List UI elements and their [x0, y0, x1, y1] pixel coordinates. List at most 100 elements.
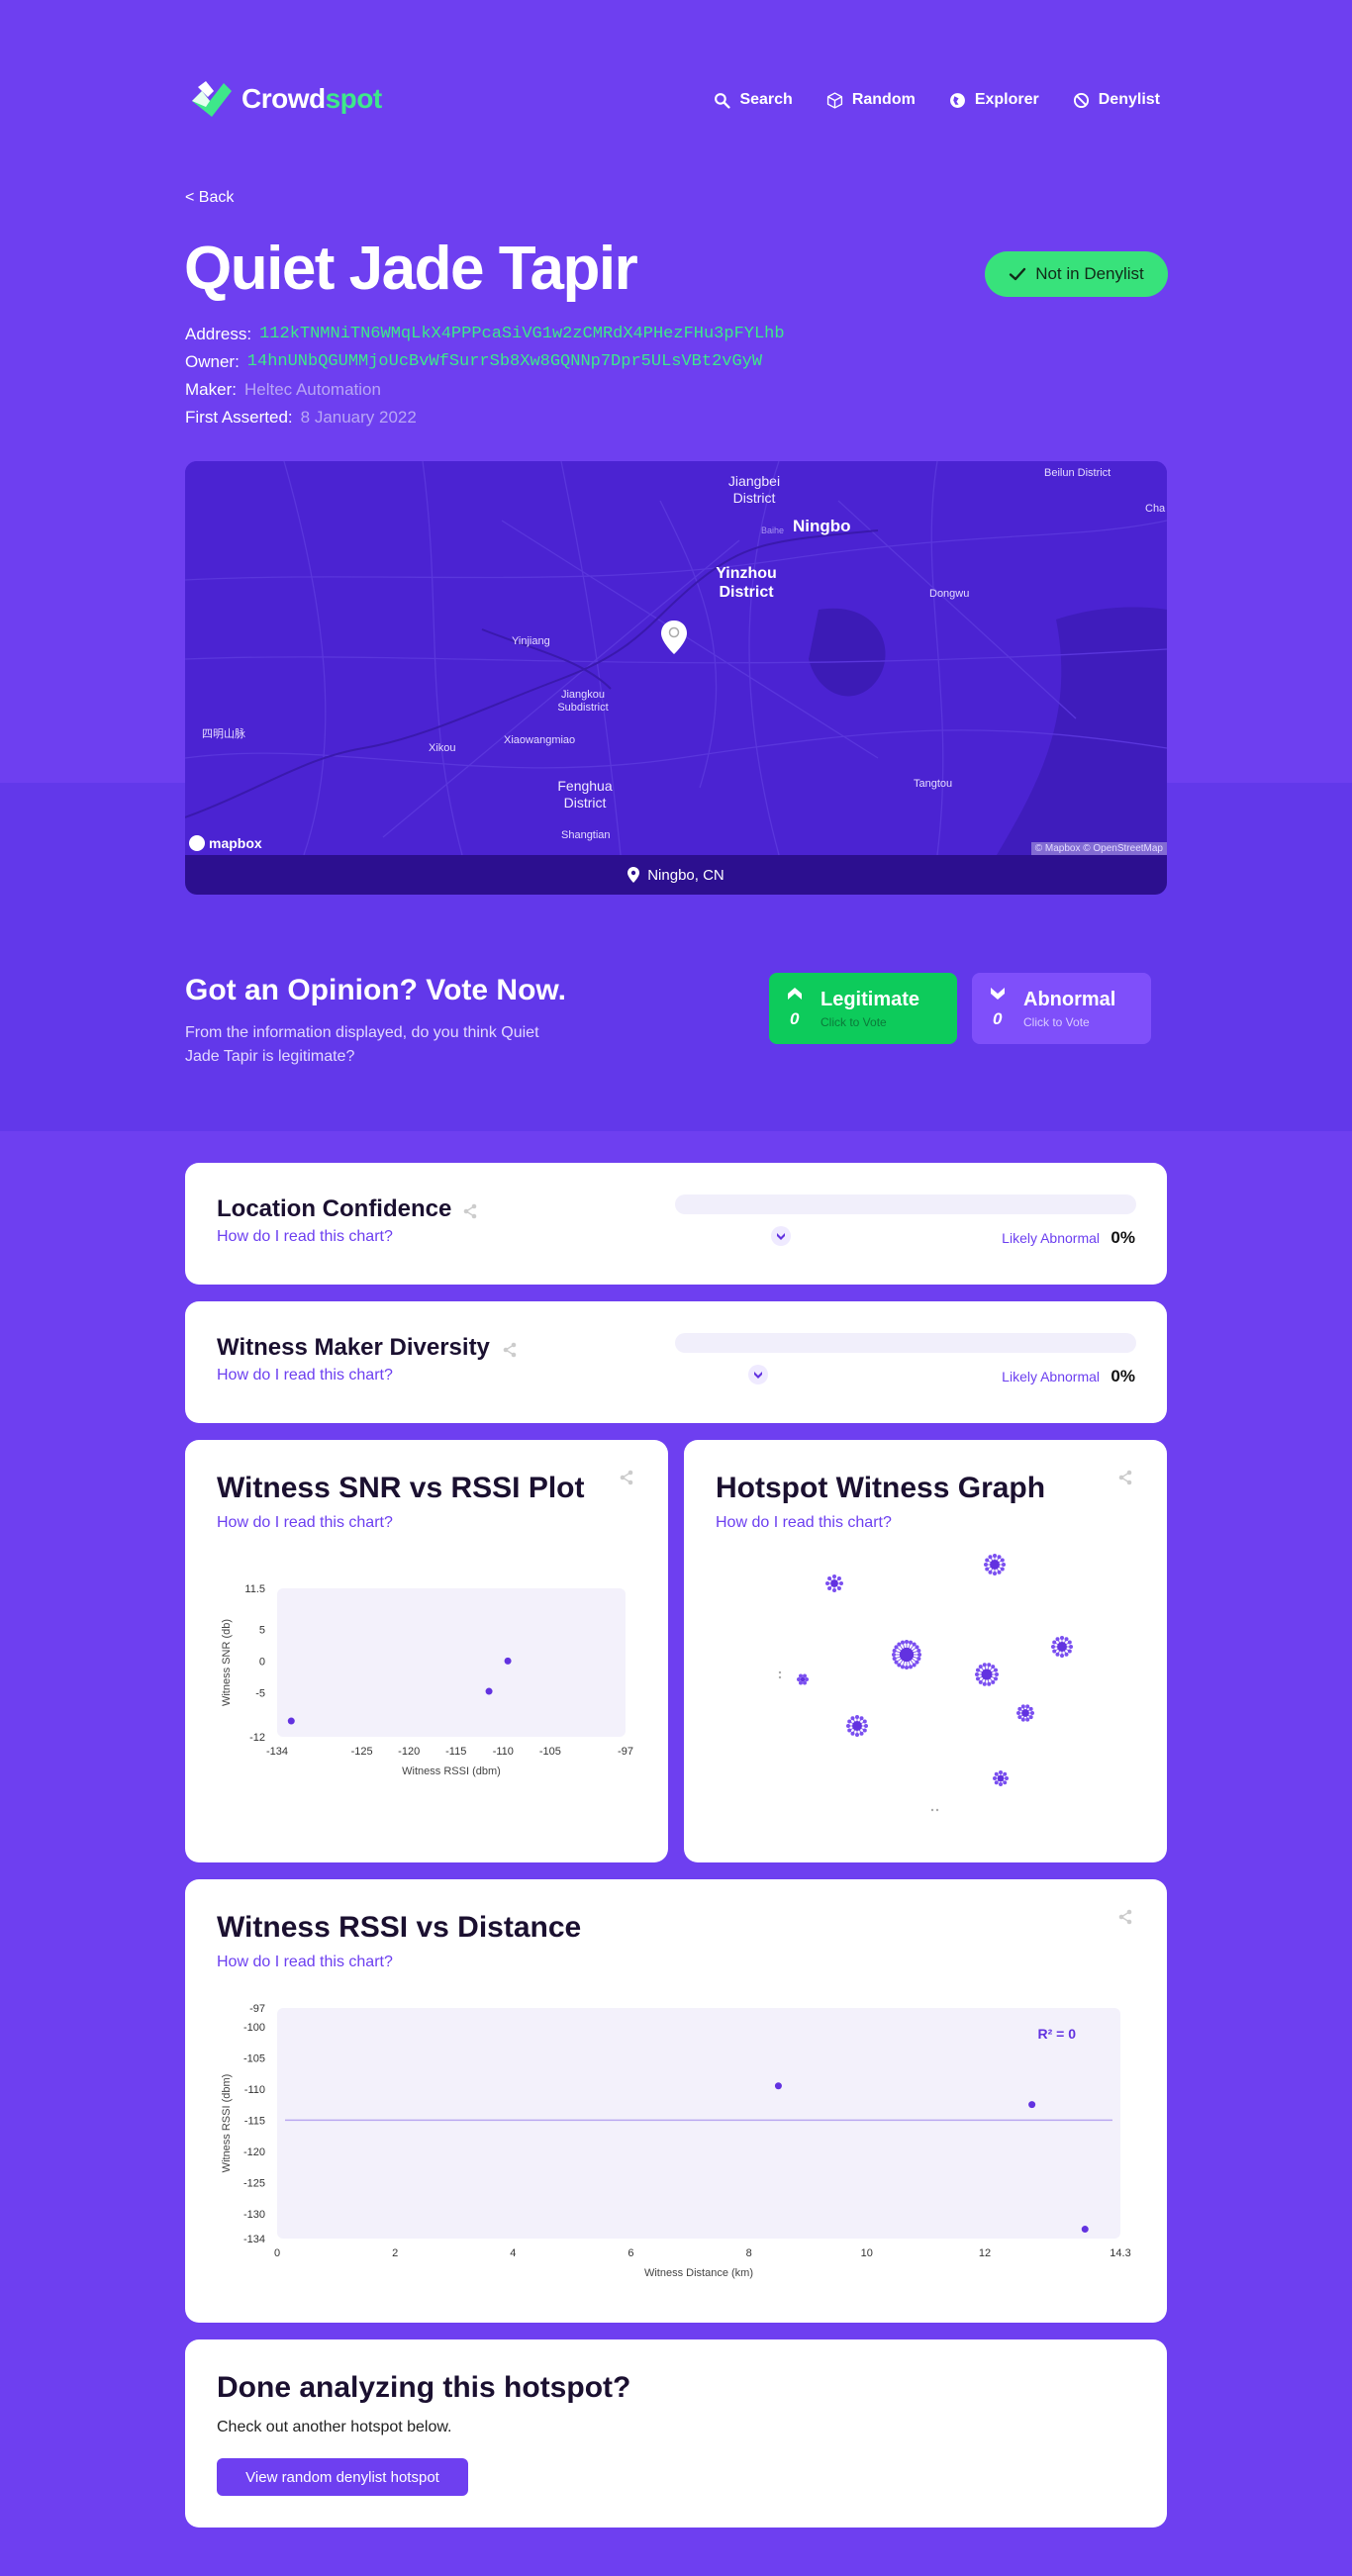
- vote-legitimate-button[interactable]: 0 Legitimate Click to Vote: [769, 973, 957, 1044]
- owner-value[interactable]: 14hnUNbQGUMMjoUcBvWfSurrSb8Xw8GQNNp7Dpr5…: [247, 348, 762, 376]
- vote-description: From the information displayed, do you t…: [185, 1024, 539, 1065]
- graph-node: [847, 1719, 852, 1724]
- graph-node: [832, 1588, 836, 1592]
- hotspot-map[interactable]: Jiangbei District Ningbo Baihe Beilun Di…: [185, 461, 1167, 855]
- x-axis-title: Witness RSSI (dbm): [402, 1765, 501, 1777]
- nav-explorer[interactable]: Explorer: [949, 91, 1039, 109]
- graph-node: [1000, 1558, 1005, 1563]
- y-tick-label: -100: [243, 2022, 265, 2034]
- witness-graph-card: Hotspot Witness Graph How do I read this…: [684, 1440, 1167, 1862]
- graph-node: [993, 1776, 997, 1780]
- graph-node: [855, 1733, 859, 1737]
- graph-node: [1052, 1640, 1057, 1645]
- graph-node: [892, 1653, 896, 1657]
- data-point: [485, 1687, 493, 1695]
- owner-label: Owner:: [185, 352, 240, 371]
- y-axis-title: Witness SNR (db): [221, 1619, 233, 1706]
- address-label: Address:: [185, 325, 252, 343]
- y-tick-label: 11.5: [244, 1583, 265, 1595]
- y-tick-label: -134: [243, 2234, 265, 2245]
- graph-node: [836, 1585, 841, 1590]
- nav-search[interactable]: Search: [714, 91, 793, 109]
- location-confidence-marker: [771, 1226, 792, 1246]
- data-point: [287, 1717, 295, 1725]
- witness-diversity-help-link[interactable]: How do I read this chart?: [217, 1367, 393, 1384]
- x-tick-label: -134: [266, 1746, 288, 1758]
- graph-node: [864, 1724, 868, 1728]
- graph-node: [897, 1642, 902, 1647]
- graph-node: [892, 1657, 897, 1662]
- location-confidence-help-link[interactable]: How do I read this chart?: [217, 1228, 393, 1246]
- crowdspot-logo[interactable]: Crowdspot: [190, 79, 382, 119]
- graph-node: [859, 1716, 864, 1721]
- y-tick-label: -120: [243, 2147, 265, 2158]
- mapbox-icon: [189, 835, 205, 851]
- address-value[interactable]: 112kTNMNiTN6WMqLkX4PPPcaSiVG1w2zCMRdX4PH…: [259, 321, 785, 348]
- done-card: Done analyzing this hotspot? Check out a…: [185, 2339, 1167, 2528]
- vote-title: Got an Opinion? Vote Now.: [185, 974, 566, 1006]
- graph-node: [999, 1770, 1003, 1774]
- map-attribution[interactable]: © Mapbox © OpenStreetMap: [1030, 842, 1167, 855]
- graph-node: [1025, 1717, 1030, 1722]
- y-tick-label: -115: [244, 2115, 265, 2127]
- map-label-tangtou: Tangtou: [914, 778, 953, 790]
- map-roads: [185, 461, 1167, 855]
- location-confidence-card: Location Confidence How do I read this c…: [185, 1163, 1167, 1285]
- x-tick-label: 0: [274, 2247, 280, 2259]
- map-label-ningbo: Ningbo: [793, 517, 851, 535]
- graph-node: [991, 1679, 996, 1684]
- location-pin-icon[interactable]: [660, 620, 688, 655]
- graph-node: [846, 1724, 850, 1728]
- data-point: [504, 1657, 512, 1665]
- random-denylist-button[interactable]: View random denylist hotspot: [217, 2458, 468, 2496]
- map-label-fenghua: Fenghua District: [557, 778, 613, 811]
- graph-node: [1000, 1567, 1005, 1572]
- graph-node: [985, 1567, 990, 1572]
- graph-node: [1028, 1706, 1033, 1711]
- graph-node: [909, 1665, 914, 1670]
- witness-graph[interactable]: [684, 1440, 1167, 1862]
- map-label-xiaowangmiao: Xiaowangmiao: [504, 734, 576, 746]
- asserted-value: 8 January 2022: [300, 408, 417, 427]
- map-label-yinjiang: Yinjiang: [512, 635, 550, 647]
- graph-node: [975, 1668, 980, 1672]
- denylist-status-text: Not in Denylist: [1035, 264, 1144, 283]
- graph-node: [900, 1640, 905, 1645]
- mapbox-label: mapbox: [209, 835, 262, 851]
- x-tick-label: -115: [445, 1746, 466, 1758]
- vote-abnormal-button[interactable]: 0 Abnormal Click to Vote: [972, 973, 1151, 1044]
- share-icon[interactable]: [462, 1203, 478, 1219]
- done-title: Done analyzing this hotspot?: [217, 2371, 631, 2404]
- y-tick-label: -97: [249, 2003, 265, 2015]
- graph-node: [909, 1640, 914, 1645]
- graph-node: [894, 1660, 899, 1665]
- nav-random[interactable]: Random: [826, 91, 916, 109]
- graph-node: [994, 1771, 999, 1776]
- graph-node: [984, 1563, 988, 1567]
- x-tick-label: -120: [398, 1746, 420, 1758]
- back-link[interactable]: < Back: [185, 189, 234, 207]
- x-tick-label: -125: [351, 1746, 373, 1758]
- x-axis-title: Witness Distance (km): [644, 2267, 753, 2279]
- graph-node: [827, 1576, 832, 1581]
- map-label-cha: Cha: [1145, 503, 1166, 515]
- graph-node: [1064, 1652, 1069, 1657]
- share-icon[interactable]: [502, 1342, 518, 1358]
- x-tick-label: -105: [539, 1746, 561, 1758]
- graph-node: [987, 1681, 992, 1686]
- nav-explorer-label: Explorer: [974, 91, 1039, 108]
- cube-icon: [826, 91, 842, 109]
- map-label-jiangbei: Jiangbei District: [727, 473, 781, 506]
- mapbox-logo[interactable]: mapbox: [189, 835, 262, 851]
- graph-node: [778, 1675, 782, 1679]
- graph-node: [991, 1665, 996, 1670]
- plot-background: [277, 2008, 1120, 2239]
- y-tick-label: -5: [255, 1687, 265, 1699]
- witness-diversity-title: Witness Maker Diversity: [217, 1334, 490, 1361]
- nav-denylist[interactable]: Denylist: [1073, 91, 1160, 109]
- graph-node: [778, 1670, 782, 1674]
- map-label-yinzhou: Yinzhou District: [716, 565, 777, 601]
- graph-node: [995, 1672, 999, 1676]
- map-location-text: Ningbo, CN: [647, 866, 724, 884]
- plot-background: [277, 1588, 626, 1737]
